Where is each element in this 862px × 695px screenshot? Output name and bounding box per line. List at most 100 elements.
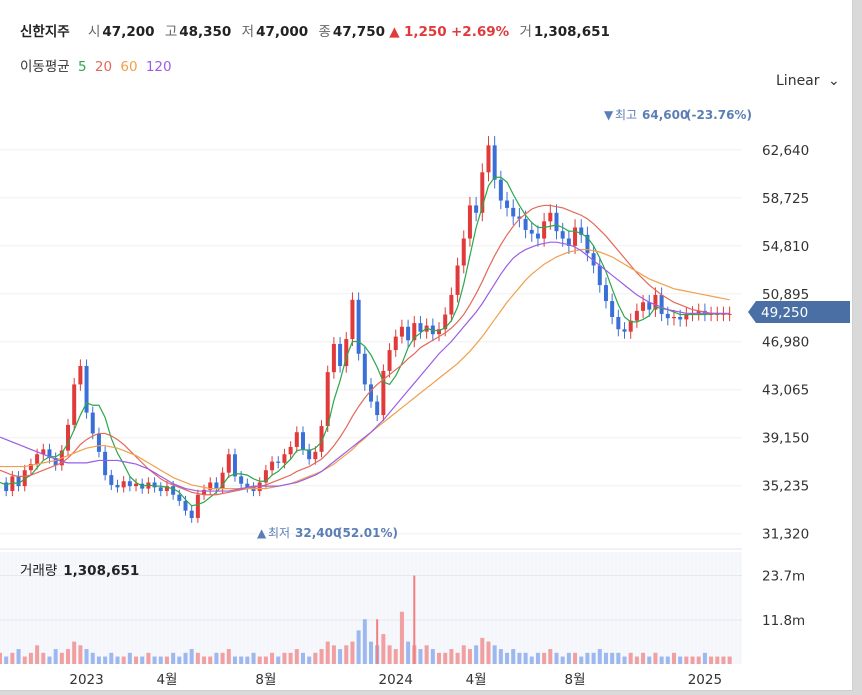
volume-bar <box>480 637 485 664</box>
x-tick-label: 2023 <box>69 672 103 688</box>
candle <box>331 343 336 373</box>
candle <box>659 294 664 314</box>
volume-bar <box>641 652 646 664</box>
volume-bar <box>28 652 33 664</box>
volume-bar <box>331 645 336 664</box>
volume-bar <box>548 649 553 664</box>
volume-bar <box>684 656 689 664</box>
volume-bar <box>622 656 627 664</box>
candle <box>603 285 608 302</box>
volume-bar <box>498 649 503 664</box>
candle <box>622 329 627 332</box>
volume-bar <box>449 649 454 664</box>
volume-bar <box>399 611 404 664</box>
volume-bar <box>338 649 343 664</box>
volume-bar <box>282 652 287 664</box>
candle <box>288 446 293 455</box>
candle <box>560 231 565 239</box>
candle <box>214 482 219 489</box>
volume-tick-label: 23.7m <box>762 569 805 585</box>
candle <box>665 313 670 319</box>
candle <box>96 433 101 452</box>
candle <box>616 316 621 330</box>
volume-bar <box>146 652 151 664</box>
volume-bar <box>134 656 139 664</box>
volume-bar <box>356 630 361 664</box>
volume-bar <box>542 652 547 664</box>
chart-window: 신한지주 시 47,200 고 48,350 저 47,000 종 47,750 ▲ 1… <box>0 0 853 691</box>
candle <box>338 343 343 367</box>
candle <box>183 500 188 511</box>
volume-panel-label: 거래량 1,308,651 <box>20 559 139 579</box>
candle <box>523 218 528 230</box>
candle <box>109 475 114 485</box>
current-price-value: 49,250 <box>761 305 808 321</box>
candle <box>300 432 305 450</box>
volume-bar <box>523 652 528 664</box>
candle <box>535 233 540 239</box>
volume-bar <box>103 656 108 664</box>
candle <box>505 200 510 208</box>
volume-bar <box>437 652 442 664</box>
low-annotation-label: 최저 <box>268 526 290 540</box>
volume-bar <box>239 656 244 664</box>
candle <box>362 353 367 385</box>
volume-bar <box>257 656 262 664</box>
candle <box>467 205 472 239</box>
volume-bar <box>696 656 701 664</box>
volume-bar <box>313 652 318 664</box>
candle <box>387 350 392 371</box>
candle <box>239 476 244 484</box>
price-chart[interactable]: 62,64058,72554,81050,89546,98043,06539,1… <box>0 0 852 690</box>
candle <box>492 145 497 180</box>
y-tick-label: 35,235 <box>762 479 809 495</box>
volume-bar <box>10 652 15 664</box>
volume-bar <box>715 656 720 664</box>
candle <box>671 316 676 319</box>
volume-bar <box>4 656 9 664</box>
volume-bar <box>66 649 71 664</box>
volume-bar <box>634 656 639 664</box>
volume-bar <box>41 652 46 664</box>
candle <box>573 227 578 246</box>
volume-bar <box>294 649 299 664</box>
candle <box>455 265 460 295</box>
volume-bar <box>535 652 540 664</box>
volume-bar <box>121 656 126 664</box>
volume-bar <box>461 645 466 664</box>
volume-bar <box>591 652 596 664</box>
volume-bar <box>529 656 534 664</box>
candle <box>16 476 21 487</box>
volume-bar <box>653 652 658 664</box>
volume-bar <box>467 649 472 664</box>
y-tick-label: 46,980 <box>762 335 809 351</box>
candle <box>232 454 237 477</box>
volume-bar <box>214 652 219 664</box>
x-tick-label: 2024 <box>379 672 413 688</box>
candle <box>356 299 361 354</box>
volume-bar <box>164 656 169 664</box>
candle <box>72 384 77 425</box>
low-annotation-value: 32,400 <box>295 526 341 540</box>
y-tick-label: 31,320 <box>762 527 809 543</box>
volume-bar <box>208 656 213 664</box>
volume-bar <box>554 652 559 664</box>
volume-bar <box>127 652 132 664</box>
volume-bar <box>474 645 479 664</box>
candle <box>511 207 516 217</box>
volume-bar <box>59 652 64 664</box>
volume-bar <box>603 652 608 664</box>
volume-bar <box>709 656 714 664</box>
volume-bar <box>53 649 58 664</box>
volume-spike <box>376 619 379 664</box>
candle <box>121 481 126 488</box>
volume-bar <box>597 649 602 664</box>
volume-bar <box>702 652 707 664</box>
candle <box>127 481 132 487</box>
down-triangle-icon: ▼ <box>604 108 614 122</box>
candle <box>486 145 491 173</box>
candle <box>103 451 108 476</box>
volume-bar <box>678 656 683 664</box>
volume-bar <box>177 656 182 664</box>
candle <box>678 316 683 320</box>
